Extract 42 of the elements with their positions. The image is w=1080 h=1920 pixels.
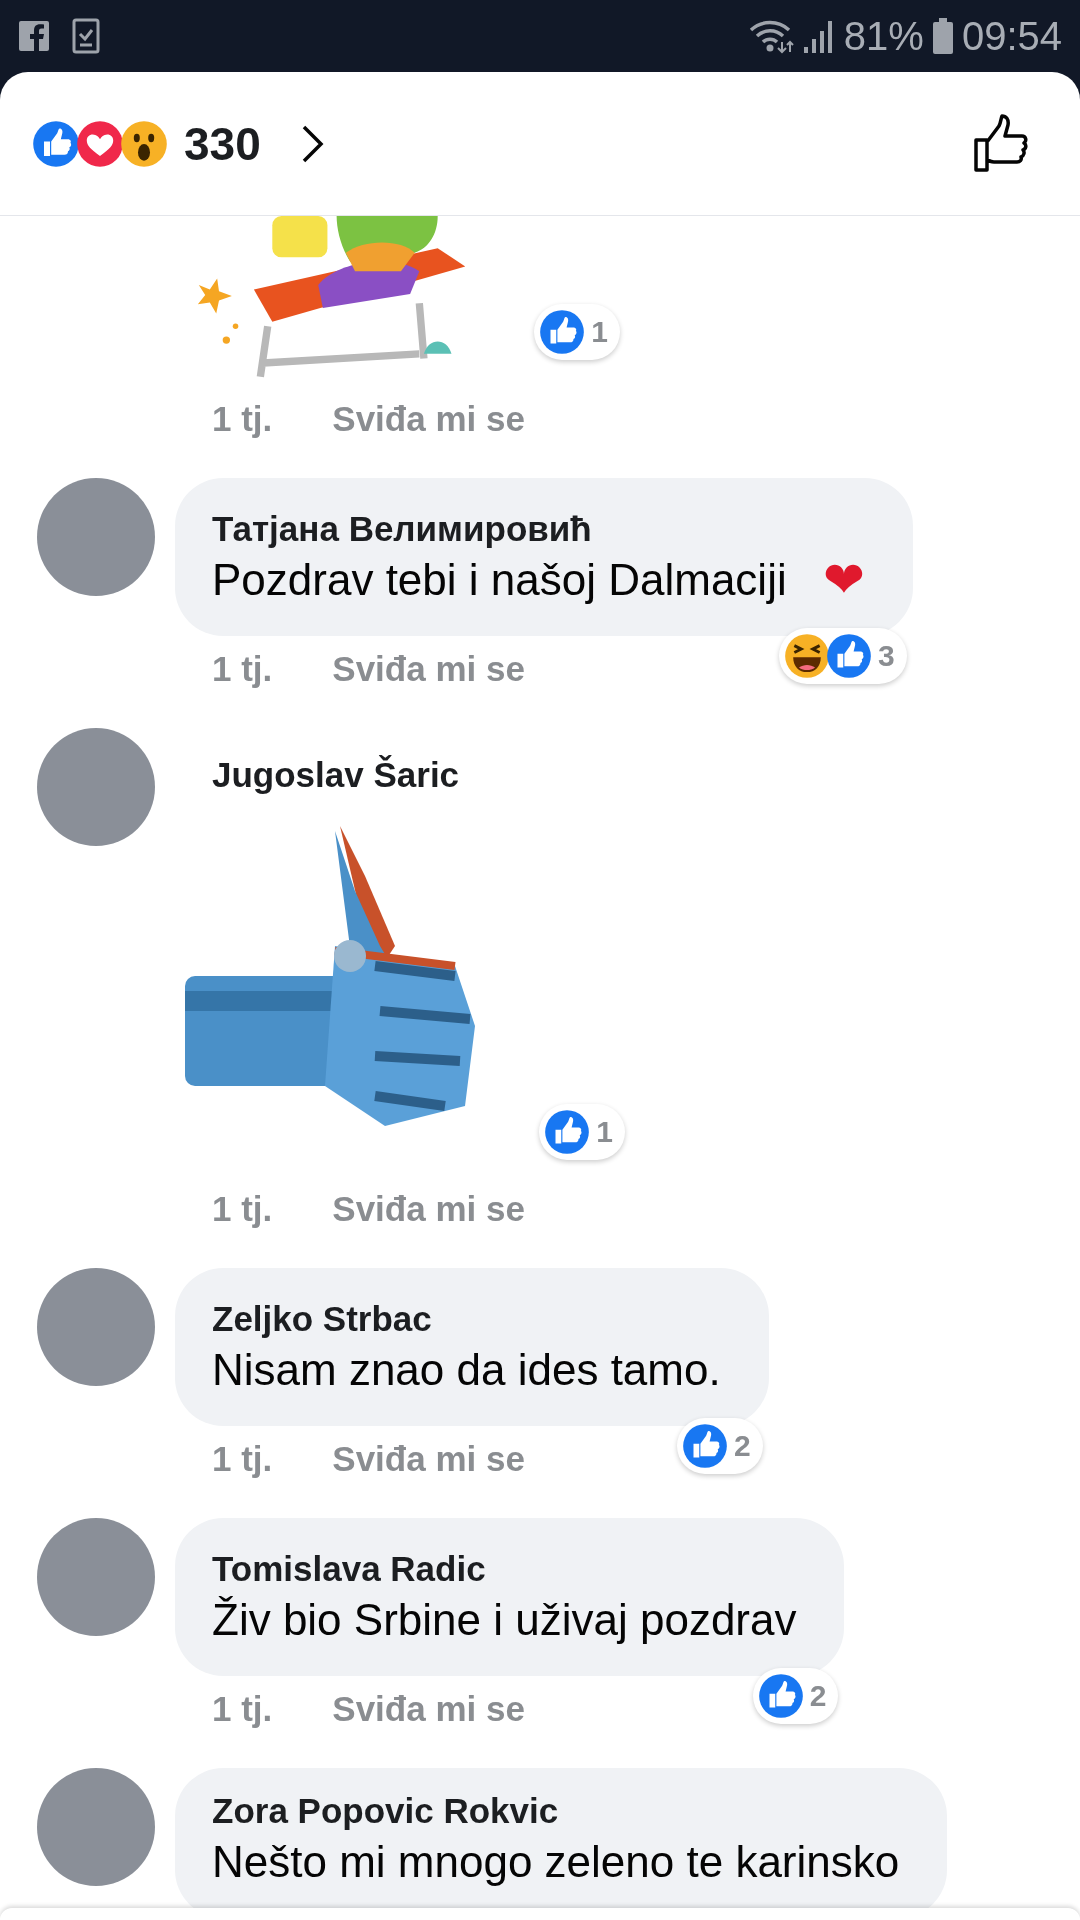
like-reaction-icon: [757, 1673, 804, 1719]
comment-time: 1 tj.: [212, 1688, 273, 1730]
facebook-icon: [18, 20, 50, 52]
like-reaction-icon: [682, 1423, 728, 1469]
comment-text: Živ bio Srbine i uživaj pozdrav: [212, 1594, 797, 1646]
comment-time: 1 tj.: [212, 648, 273, 690]
author-name[interactable]: Jugoslav Šaric: [175, 728, 535, 798]
comment-time: 1 tj.: [212, 1438, 273, 1480]
battery-percentage: 81%: [843, 13, 924, 59]
author-name[interactable]: Tomislava Radic: [212, 1546, 797, 1592]
love-reaction-icon: [76, 119, 124, 168]
wow-reaction-icon: [120, 119, 168, 168]
like-link[interactable]: Sviđa mi se: [332, 1438, 525, 1480]
haha-reaction-icon: [784, 633, 830, 679]
reaction-count-badge[interactable]: 2: [752, 1668, 839, 1724]
reaction-count-badge[interactable]: 1: [534, 304, 620, 360]
like-reaction-icon: [544, 1109, 591, 1155]
comment-text: Pozdrav tebi i našoj Dalmaciji: [212, 554, 787, 606]
like-link[interactable]: Sviđa mi se: [332, 1688, 525, 1730]
chevron-right-icon: [300, 123, 325, 164]
comment-time: 1 tj.: [212, 1188, 273, 1230]
comment-time: 1 tj.: [212, 398, 273, 440]
reaction-count-badge[interactable]: 1: [539, 1104, 625, 1160]
like-reaction-icon: [32, 119, 80, 168]
like-link[interactable]: Sviđa mi se: [332, 398, 525, 440]
author-name[interactable]: Zeljko Strbac: [212, 1296, 721, 1342]
like-reaction-icon: [539, 309, 586, 355]
comment-text: Nešto mi mnogo zeleno te karinsko: [212, 1836, 900, 1888]
like-link[interactable]: Sviđa mi se: [332, 1188, 525, 1230]
comment-text: Nisam znao da ides tamo.: [212, 1344, 721, 1396]
battery-icon: [931, 18, 954, 54]
like-link[interactable]: Sviđa mi se: [332, 648, 525, 690]
reaction-count-badge[interactable]: 2: [677, 1418, 763, 1474]
reactions-summary[interactable]: 330: [32, 116, 325, 171]
clock: 09:54: [961, 13, 1062, 59]
like-reaction-icon: [826, 633, 872, 679]
reaction-count-badge[interactable]: 3: [779, 628, 907, 684]
author-name[interactable]: Zora Popovic Rokvic: [212, 1788, 900, 1834]
clipboard-check-icon: [72, 18, 100, 54]
heart-emoji: ❤: [822, 552, 865, 608]
wifi-icon: [747, 18, 794, 54]
author-name[interactable]: Татјана Велимировић: [212, 506, 865, 552]
